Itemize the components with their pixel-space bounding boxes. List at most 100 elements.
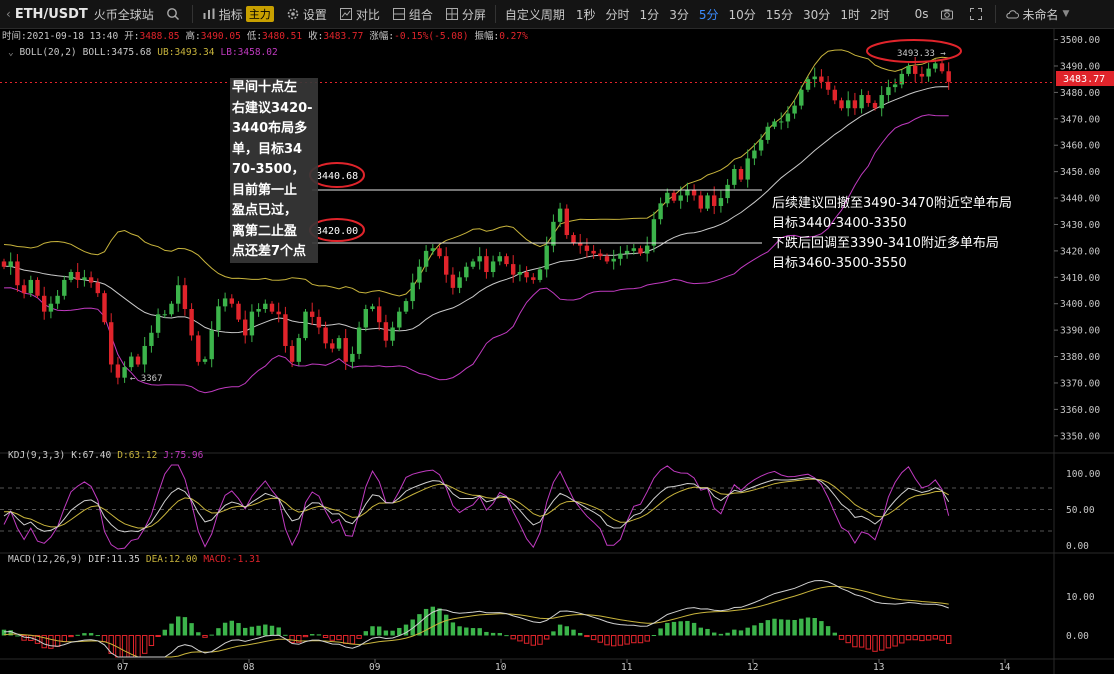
macd-bar [825,626,831,636]
candle-body [377,306,382,323]
toolbar-divider [995,5,997,23]
candle-body [511,264,516,275]
period-timeline[interactable]: 分时 [601,6,635,23]
y-tick-label: 3350.00 [1060,431,1100,442]
chart-canvas[interactable]: 3500.00 3490.00 3480.00 3470.00 3460.00 3450.… [0,29,1114,674]
settings-button[interactable]: 设置 [280,0,333,28]
x-tick-label: 14 [999,662,1011,673]
y-tick-label: 3410.00 [1060,273,1100,284]
candle-body [490,261,496,273]
indicator-tag: 主力 [245,6,274,22]
macd-bar [758,622,764,636]
candle-body [209,330,214,360]
macd-bar [738,630,744,636]
candle-body [189,309,194,336]
candle [35,277,40,299]
candle-body [779,121,784,123]
level-label-3420: 3420.00 [316,226,358,237]
countdown: 0s [909,0,935,28]
candle-body [437,248,442,257]
symbol-selector[interactable]: ‹ ETH/USDT 火币全球站 [0,0,160,28]
macd-bar [243,627,248,636]
period-5m[interactable]: 5分 [694,6,724,23]
candle-body [785,113,791,122]
candle-body [584,245,590,251]
macd-bar [209,634,214,636]
period-1s[interactable]: 1秒 [571,6,601,23]
period-1m[interactable]: 1分 [635,6,665,23]
period-1h[interactable]: 1时 [835,6,865,23]
macd-bar [564,626,569,636]
period-10m[interactable]: 10分 [723,6,760,23]
candle-body [825,81,831,90]
macd-bar [725,632,730,636]
macd-tick-label: 10.00 [1066,592,1095,603]
y-tick-label: 3470.00 [1060,114,1100,125]
layout-name-button[interactable]: 未命名 ▼ [999,0,1075,28]
split-button[interactable]: 分屏 [439,0,492,28]
candle-body [102,293,107,323]
y-tick-label: 3420.00 [1060,246,1100,257]
candle-body [450,274,456,288]
macd-bar [444,614,449,636]
candle-body [611,258,616,262]
macd-bar [256,625,261,636]
y-tick-label: 3450.00 [1060,167,1100,178]
note-line: 3440布局多 [232,121,308,136]
macd-bar [497,633,502,636]
search-icon [166,8,179,20]
note-line: 右建议3420- [232,100,313,116]
combine-button[interactable]: 组合 [386,0,439,28]
candle-body [256,309,261,312]
custom-period-button[interactable]: 自定义周期 [499,0,571,28]
candle-body [725,184,730,199]
macd-bar [504,635,509,637]
screenshot-button[interactable] [934,0,963,28]
candle-body [363,309,368,328]
macd-bar [88,633,94,636]
macd-bar [216,628,221,636]
candle-body [799,89,804,106]
y-tick-label: 3440.00 [1060,194,1100,205]
y-tick-label: 3490.00 [1060,61,1100,72]
note-line: 目标3460-3500-3550 [772,255,907,271]
macd-bar [752,625,757,636]
x-tick-label: 10 [495,662,507,673]
candle-body [296,338,301,362]
fullscreen-button[interactable] [963,0,992,28]
macd-bar [182,617,188,636]
period-2h[interactable]: 2时 [865,6,895,23]
note-line: 单，目标34 [232,141,303,157]
boll-legend: ⌄ BOLL(20,2) BOLL:3475.68 UB:3493.34 LB:345… [8,47,278,58]
indicator-icon [203,8,215,19]
candle-body [403,301,409,312]
candle-body [477,256,482,262]
note-line: 早间十点左 [232,80,298,95]
candle-body [457,277,462,288]
level-label-3440: 3440.68 [316,171,358,182]
candle-body [162,314,167,316]
candle-body [919,73,925,77]
fullscreen-icon [970,8,983,20]
period-3m[interactable]: 3分 [664,6,694,23]
analysis-note-short: 后续建议回撤至3490-3470附近空单布局 目标3440-3400-3350 [772,194,1012,233]
indicator-button[interactable]: 指标 主力 [196,0,280,28]
period-15m[interactable]: 15分 [761,6,798,23]
macd-bar [377,626,382,636]
compare-button[interactable]: 对比 [333,0,386,28]
y-tick-label: 3370.00 [1060,378,1100,389]
macd-bar [671,621,677,636]
candle-body [866,95,871,103]
period-30m[interactable]: 30分 [798,6,835,23]
candle-body [839,100,844,109]
search-button[interactable] [160,0,189,28]
macd-bar [658,628,663,636]
macd-bar [685,620,690,636]
candle-body [149,332,154,346]
exchange-label: 火币全球站 [93,7,154,22]
candle-body [504,256,509,265]
settings-icon [287,8,299,20]
candle-body [176,285,181,304]
macd-bar [732,629,737,636]
candle-body [658,203,663,220]
